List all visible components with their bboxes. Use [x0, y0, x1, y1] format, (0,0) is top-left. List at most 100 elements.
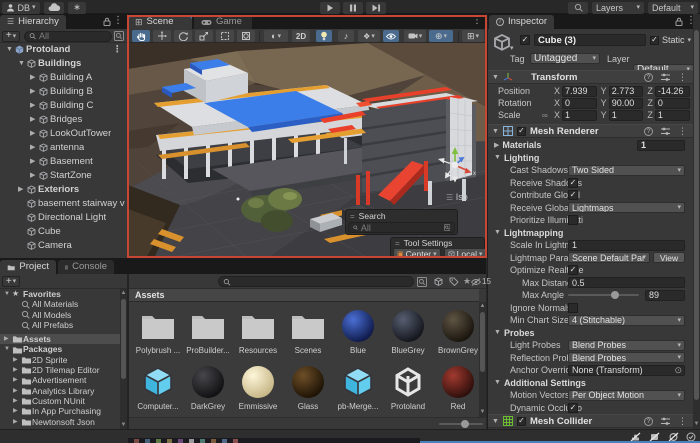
help-icon[interactable]: ? [644, 73, 653, 82]
foldout-arrow-icon[interactable]: ▶ [4, 334, 12, 344]
rotation-x-field[interactable]: 0 [562, 98, 597, 109]
foldout-arrow-icon[interactable]: ▶ [30, 141, 39, 155]
asset-item[interactable]: Glass [285, 364, 331, 411]
hierarchy-item[interactable]: ▶ StartZone [0, 169, 127, 183]
property-field[interactable]: 1 [568, 240, 685, 251]
object-picker-icon[interactable]: ⊙ [674, 365, 682, 376]
view-button[interactable]: View [653, 252, 685, 263]
scale-x-field[interactable]: 1 [562, 110, 597, 121]
tab-inspector[interactable]: i Inspector [489, 15, 554, 29]
inspector-property-row[interactable]: Light Probes Blend Probes▾ [488, 339, 693, 352]
property-checkbox[interactable]: ✓ [568, 265, 578, 275]
camera-menu[interactable]: ▾ [404, 30, 426, 42]
scene-search-input[interactable] [361, 223, 441, 233]
property-checkbox[interactable]: ✓ [568, 178, 578, 188]
foldout-arrow-icon[interactable]: ▶ [13, 396, 21, 406]
inspector-property-row[interactable]: Reflection Probes Blend Probes▾ [488, 352, 693, 365]
project-tree-item[interactable]: All Models [0, 310, 120, 320]
transform-tool[interactable] [237, 30, 255, 42]
hierarchy-item[interactable]: ▶ Building B [0, 85, 127, 99]
foldout-arrow-icon[interactable]: ▼ [494, 229, 501, 236]
property-field[interactable]: 1 [637, 140, 685, 151]
rotate-tool[interactable] [174, 30, 192, 42]
inspector-property-row[interactable]: ▼ Lightmapping [488, 227, 693, 240]
foldout-arrow-icon[interactable]: ▶ [30, 99, 39, 113]
property-dropdown[interactable]: Per Object Motion▾ [568, 390, 685, 401]
project-tree-item[interactable]: ▶ Newtonsoft Json [0, 417, 120, 427]
hierarchy-item[interactable]: Camera [0, 239, 127, 253]
property-dropdown[interactable]: Two Sided▾ [568, 165, 685, 176]
component-enabled-checkbox[interactable]: ✓ [517, 417, 526, 426]
scene-search-field[interactable] [348, 222, 455, 233]
hierarchy-item[interactable]: ▶ Bridges [0, 113, 127, 127]
component-enabled-checkbox[interactable]: ✓ [517, 127, 526, 136]
scale-tool[interactable] [195, 30, 213, 42]
scroll-up-icon[interactable]: ▲ [479, 303, 486, 310]
scroll-down-icon[interactable]: ▼ [479, 409, 486, 416]
asset-item[interactable]: Red [435, 364, 479, 411]
kebab-icon[interactable]: ⋮ [472, 15, 482, 26]
foldout-arrow-icon[interactable]: ▼ [494, 329, 501, 336]
orientation-dropdown[interactable]: Local ▾ [444, 248, 486, 258]
foldout-arrow-icon[interactable]: ▶ [30, 85, 39, 99]
visibility-toggle[interactable] [383, 30, 399, 42]
foldout-arrow-icon[interactable]: ▶ [13, 417, 21, 427]
inspector-property-row[interactable]: Prioritize Illuminati [488, 214, 693, 227]
project-tree-scrollbar[interactable]: ▲ ▼ [120, 289, 127, 430]
property-slider[interactable] [568, 294, 639, 296]
asset-item[interactable]: DarkGrey [185, 364, 231, 411]
property-checkbox[interactable] [568, 215, 578, 225]
hierarchy-item[interactable]: Cube [0, 225, 127, 239]
active-checkbox[interactable]: ✓ [520, 35, 530, 45]
preset-icon[interactable] [661, 127, 670, 136]
project-tree-item[interactable]: All Prefabs [0, 320, 120, 330]
inspector-property-row[interactable]: Min Chart Size 4 (Stitchable)▾ [488, 314, 693, 327]
position-z-field[interactable]: -14.26 [655, 86, 690, 97]
property-checkbox[interactable] [568, 303, 578, 313]
pivot-mode-dropdown[interactable]: ▣ Center ▾ [393, 248, 441, 258]
hierarchy-item[interactable]: ▼ Protoland ⋮ [0, 43, 127, 57]
audio-toggle[interactable]: ♪ [338, 30, 354, 42]
inspector-property-row[interactable]: Anchor Override None (Transform)⊙ [488, 364, 693, 377]
chevron-down-icon[interactable]: ▾ [510, 45, 514, 52]
hierarchy-item[interactable]: ▶ LookOutTower [0, 127, 127, 141]
search-window-icon[interactable] [444, 223, 450, 232]
gameobject-cube-icon[interactable] [492, 33, 512, 56]
foldout-arrow-icon[interactable]: ▼ [494, 379, 501, 386]
project-tree-item[interactable]: ▶ Assets [0, 334, 120, 344]
foldout-arrow-icon[interactable]: ▶ [13, 406, 21, 416]
asset-item[interactable]: pb-Merge... [335, 364, 381, 411]
slider-value-field[interactable]: 89 [645, 290, 685, 301]
favorite-star-icon[interactable]: ★ [463, 276, 471, 287]
slider-thumb[interactable] [461, 420, 469, 428]
inspector-property-row[interactable]: Lightmap Paramet Scene Default Par▾View [488, 252, 693, 265]
property-checkbox[interactable]: ✓ [568, 190, 578, 200]
hierarchy-item[interactable]: ▶ Building C [0, 99, 127, 113]
position-x-field[interactable]: 7.939 [562, 86, 597, 97]
foldout-arrow-icon[interactable]: ▼ [6, 43, 15, 57]
tab-console[interactable]: Console [58, 260, 114, 274]
inspector-property-row[interactable]: Ignore Normals [488, 302, 693, 315]
inspector-property-row[interactable]: Optimize Realtime ✓ [488, 264, 693, 277]
tag-dropdown[interactable]: Untagged ▾ [530, 53, 600, 64]
inspector-property-row[interactable]: Receive Global Illu Lightmaps▾ [488, 202, 693, 215]
inspector-property-row[interactable]: ▶ Materials 1 [488, 139, 693, 152]
toolbar-search-button[interactable] [568, 2, 588, 14]
foldout-arrow-icon[interactable]: ▶ [30, 155, 39, 169]
kebab-icon[interactable]: ⋮ [113, 43, 123, 57]
foldout-arrow-icon[interactable]: ▶ [494, 141, 499, 149]
hierarchy-item[interactable]: Directional Light [0, 211, 127, 225]
project-tree-item[interactable]: ▶ In App Purchasing [0, 406, 120, 416]
property-dropdown[interactable]: Scene Default Par▾ [568, 252, 650, 263]
project-tree-item[interactable]: ▶ Analytics Library [0, 386, 120, 396]
lock-icon[interactable] [675, 17, 683, 29]
foldout-arrow-icon[interactable]: ▼ [4, 289, 12, 299]
asset-item[interactable]: Scenes [285, 308, 331, 355]
create-object-button[interactable]: + ▾ [2, 31, 20, 42]
pause-button[interactable] [343, 2, 363, 14]
project-tree-item[interactable]: ▶ 2D Sprite [0, 355, 120, 365]
foldout-arrow-icon[interactable]: ▶ [13, 386, 21, 396]
preset-icon[interactable] [661, 417, 670, 426]
foldout-arrow-icon[interactable]: ▼ [492, 74, 499, 81]
project-tree-item[interactable]: ▼ ★ Favorites [0, 289, 120, 299]
